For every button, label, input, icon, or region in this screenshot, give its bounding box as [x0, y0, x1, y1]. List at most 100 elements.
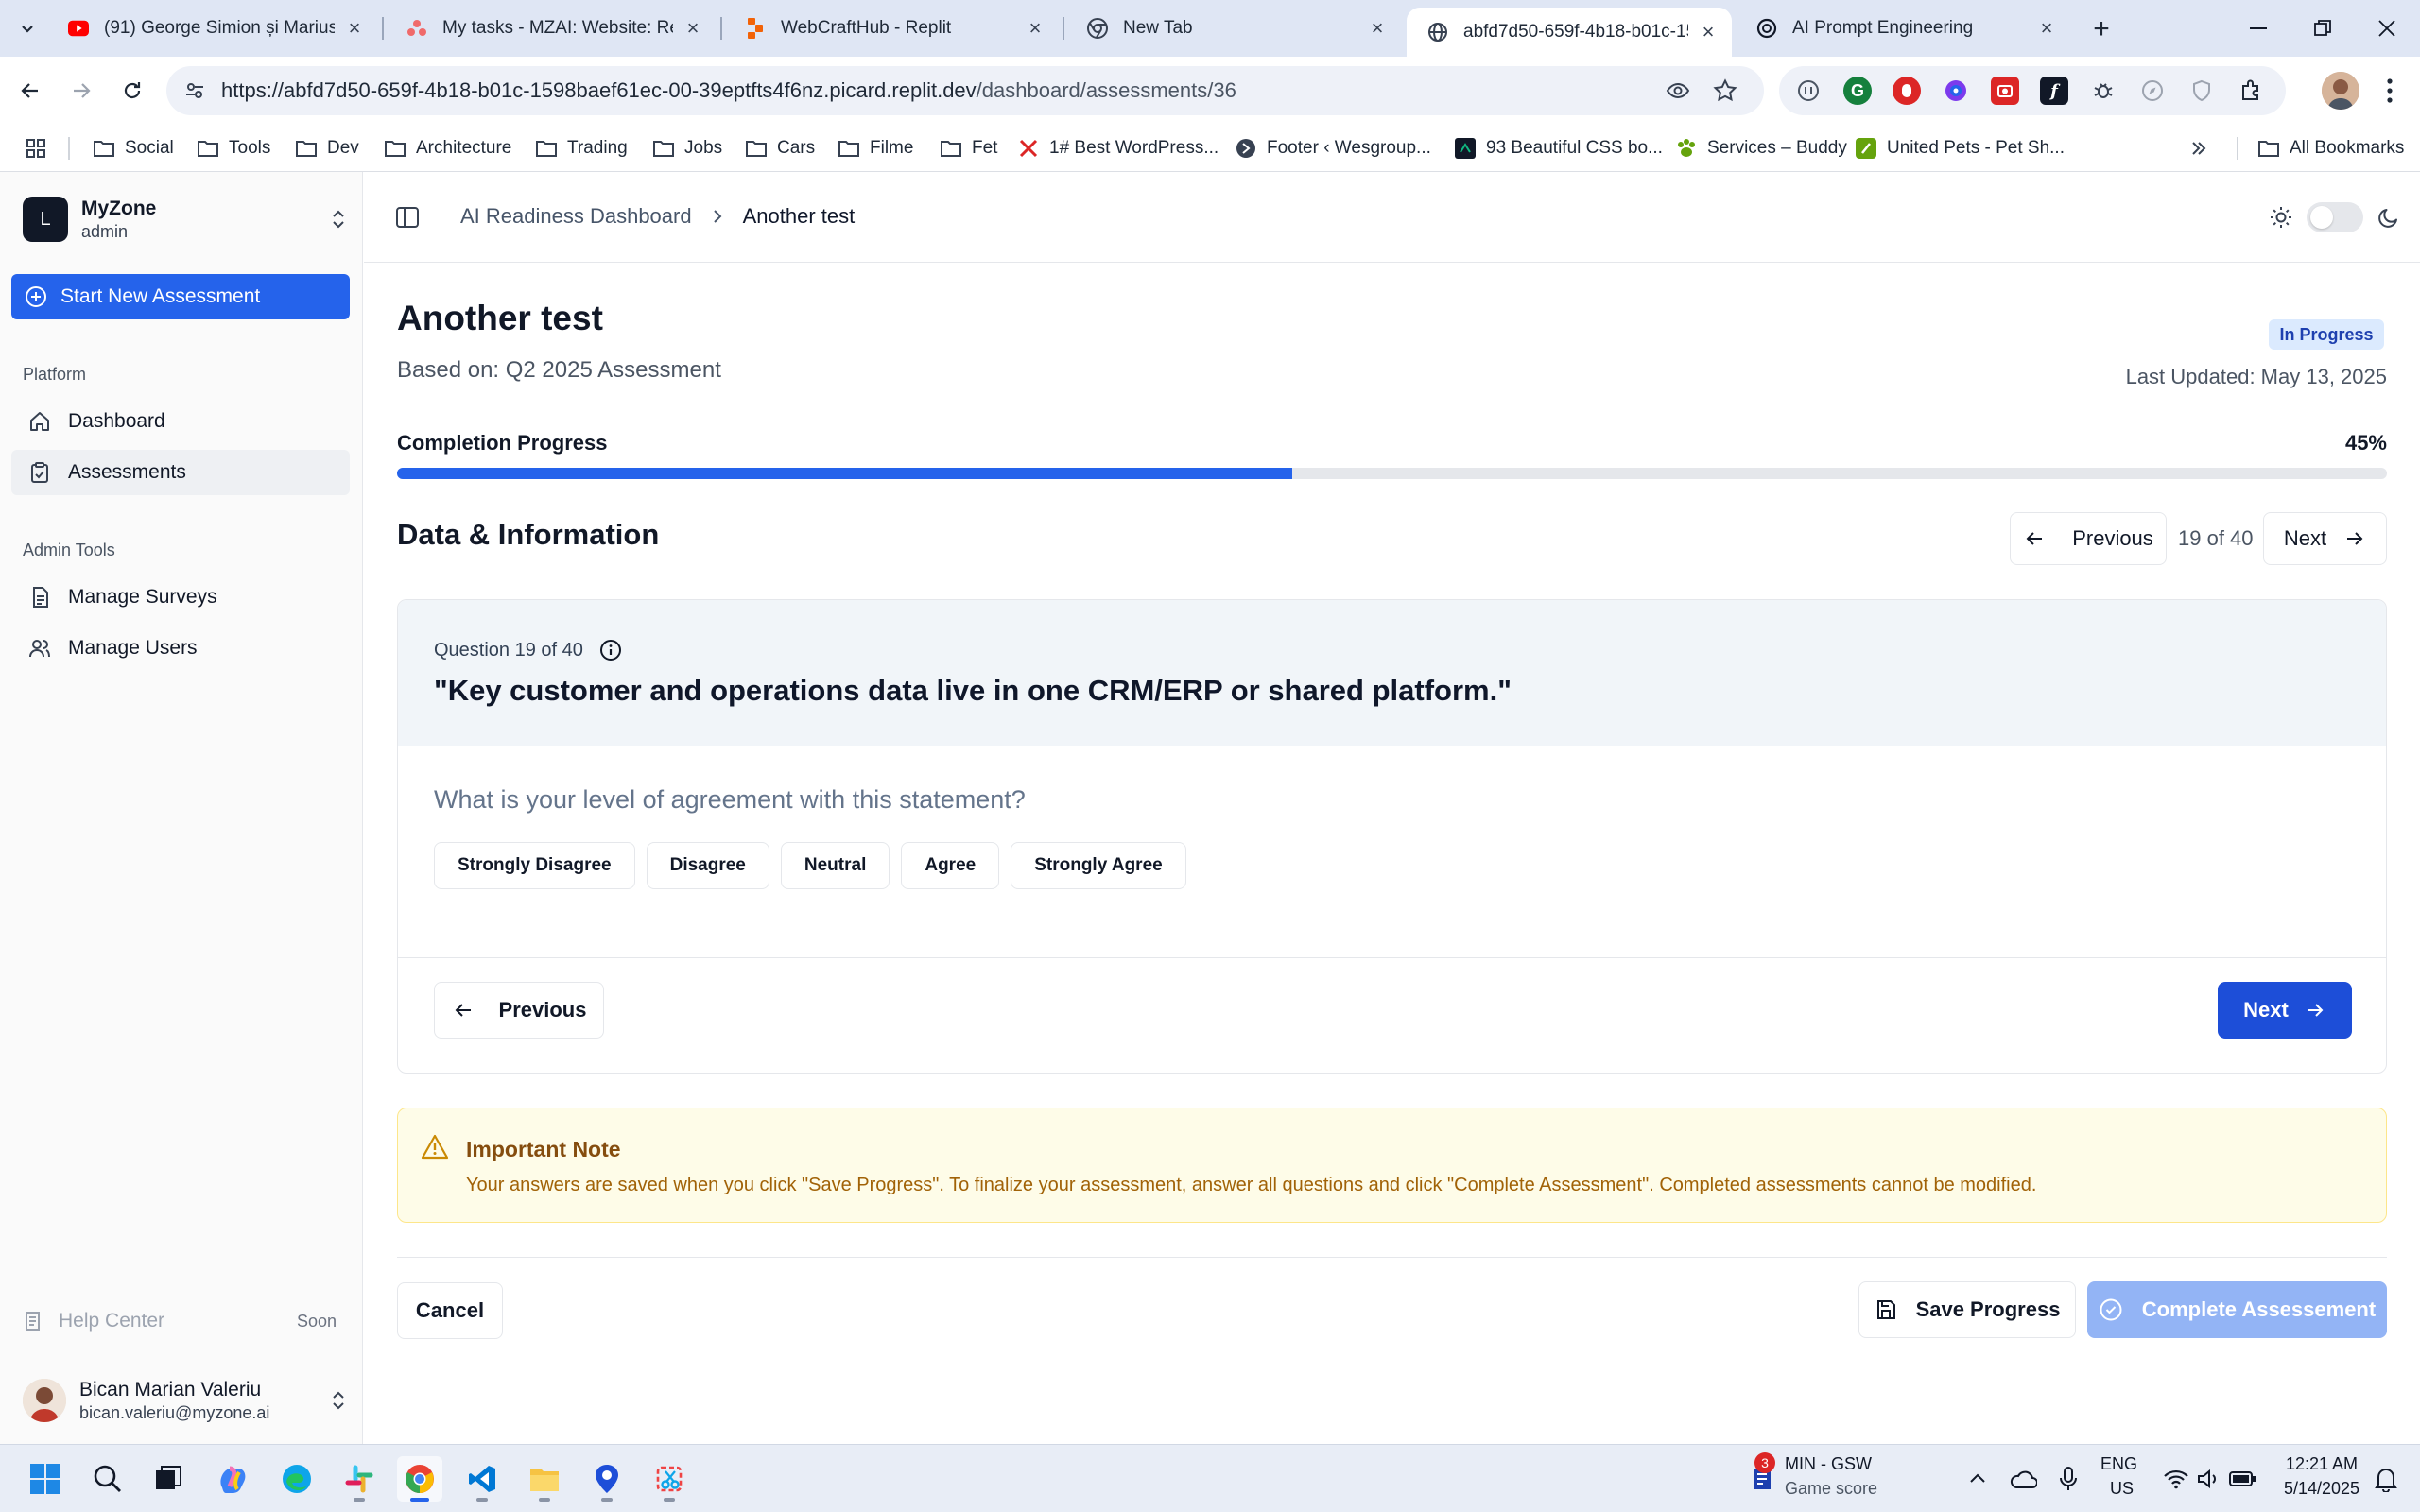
answer-option-neutral[interactable]: Neutral	[780, 842, 890, 889]
question-previous-button[interactable]: Previous	[434, 982, 604, 1039]
back-arrow-icon[interactable]	[11, 72, 49, 110]
sidebar-item-dashboard[interactable]: Dashboard	[11, 399, 350, 444]
bookmark-folder[interactable]: Trading	[535, 132, 628, 164]
windows-start-icon[interactable]	[23, 1456, 68, 1502]
complete-assessment-button[interactable]: Complete Assessement	[2087, 1281, 2387, 1338]
bookmark-link[interactable]: Footer ‹ Wesgroup...	[1235, 132, 1431, 164]
all-bookmarks-button[interactable]: All Bookmarks	[2257, 132, 2404, 164]
forward-arrow-icon[interactable]	[62, 72, 100, 110]
close-tab-icon[interactable]: ×	[681, 16, 705, 41]
show-hidden-icons-chevron-icon[interactable]	[1955, 1456, 2000, 1502]
browser-tab[interactable]: WebCraftHub - Replit ×	[724, 8, 1059, 49]
more-bookmarks-icon[interactable]	[2189, 132, 2208, 164]
tab-search-chevron-icon[interactable]	[11, 13, 43, 43]
slack-icon[interactable]	[337, 1456, 382, 1502]
question-next-button[interactable]: Next	[2218, 982, 2352, 1039]
file-explorer-icon[interactable]	[522, 1456, 567, 1502]
close-tab-icon[interactable]: ×	[1696, 20, 1720, 44]
edge-icon[interactable]	[274, 1456, 320, 1502]
bookmark-folder[interactable]: Filme	[838, 132, 913, 164]
bookmark-link[interactable]: Services – Buddy	[1675, 132, 1847, 164]
info-icon[interactable]	[598, 638, 623, 662]
reload-icon[interactable]	[113, 72, 151, 110]
running-indicator	[476, 1498, 488, 1502]
snipping-tool-icon[interactable]	[647, 1456, 692, 1502]
font-extension-icon[interactable]: f	[2040, 77, 2068, 105]
new-tab-icon[interactable]: +	[2085, 13, 2118, 45]
answer-option-agree[interactable]: Agree	[901, 842, 1000, 889]
chrome-taskbar-icon[interactable]	[397, 1456, 442, 1502]
breadcrumb-root-link[interactable]: AI Readiness Dashboard	[460, 204, 692, 229]
task-view-icon[interactable]	[146, 1456, 191, 1502]
notifications-bell-icon[interactable]	[2363, 1456, 2409, 1502]
bookmark-folder[interactable]: Jobs	[652, 132, 722, 164]
close-tab-icon[interactable]: ×	[1365, 16, 1390, 41]
sidebar-item-label: Manage Surveys	[68, 586, 217, 608]
save-progress-button[interactable]: Save Progress	[1858, 1281, 2076, 1338]
screenshot-extension-icon[interactable]	[1991, 77, 2019, 105]
bookmark-folder[interactable]: Architecture	[384, 132, 511, 164]
battery-icon[interactable]	[2220, 1456, 2265, 1502]
restore-icon[interactable]	[2290, 0, 2356, 57]
clock-time[interactable]: 12:21 AM	[2269, 1454, 2375, 1474]
language-code[interactable]: ENG	[2100, 1454, 2137, 1474]
grammarly-icon[interactable]: G	[1843, 77, 1872, 105]
apps-grid-icon[interactable]	[25, 132, 47, 164]
search-icon[interactable]	[85, 1456, 130, 1502]
sidebar-item-manage-surveys[interactable]: Manage Surveys	[11, 575, 350, 620]
minimize-icon[interactable]	[2225, 0, 2291, 57]
browser-tab[interactable]: New Tab ×	[1066, 8, 1401, 49]
bookmark-folder[interactable]: Fet	[940, 132, 997, 164]
maps-pin-icon[interactable]	[584, 1456, 630, 1502]
copilot-icon[interactable]	[210, 1456, 255, 1502]
theme-switch[interactable]	[2307, 202, 2363, 232]
sidebar-item-manage-users[interactable]: Manage Users	[11, 626, 350, 671]
colorful-extension-icon[interactable]	[1942, 77, 1970, 105]
bookmark-folder[interactable]: Dev	[295, 132, 359, 164]
sidebar-toggle-icon[interactable]	[394, 204, 421, 231]
browser-tab-active[interactable]: abfd7d50-659f-4b18-b01c-159 ×	[1407, 8, 1732, 57]
workspace-switcher[interactable]: L MyZone admin	[23, 193, 350, 246]
folder-icon	[93, 137, 115, 160]
close-window-icon[interactable]	[2354, 0, 2420, 57]
bookmark-link[interactable]: 93 Beautiful CSS bo...	[1454, 132, 1663, 164]
onedrive-cloud-icon[interactable]	[2000, 1456, 2046, 1502]
extension-icon[interactable]	[1794, 77, 1823, 105]
bookmark-folder[interactable]: Cars	[745, 132, 815, 164]
bookmark-link[interactable]: United Pets - Pet Sh...	[1855, 132, 2065, 164]
profile-avatar[interactable]	[2322, 72, 2360, 110]
cancel-button[interactable]: Cancel	[397, 1282, 503, 1339]
shield-extension-icon[interactable]	[2187, 77, 2216, 105]
answer-option-strongly-agree[interactable]: Strongly Agree	[1011, 842, 1186, 889]
compass-extension-icon[interactable]	[2138, 77, 2167, 105]
answer-option-strongly-disagree[interactable]: Strongly Disagree	[434, 842, 635, 889]
adblock-icon[interactable]	[1893, 77, 1921, 105]
bookmark-folder[interactable]: Tools	[197, 132, 270, 164]
puzzle-extensions-icon[interactable]	[2237, 77, 2265, 105]
bookmark-star-icon[interactable]	[1711, 77, 1739, 105]
home-icon	[30, 412, 49, 431]
close-tab-icon[interactable]: ×	[1023, 16, 1047, 41]
user-menu[interactable]: Bican Marian Valeriu bican.valeriu@myzon…	[23, 1372, 350, 1429]
bookmarks-divider	[2237, 137, 2238, 160]
close-tab-icon[interactable]: ×	[2034, 16, 2059, 41]
section-next-button[interactable]: Next	[2263, 512, 2387, 565]
browser-tab[interactable]: AI Prompt Engineering ×	[1736, 8, 2070, 49]
bug-extension-icon[interactable]	[2089, 77, 2118, 105]
start-new-assessment-button[interactable]: Start New Assessment	[11, 274, 350, 319]
sidebar-item-assessments[interactable]: Assessments	[11, 450, 350, 495]
browser-tab[interactable]: (91) George Simion și Marius D ×	[47, 8, 378, 49]
folder-icon	[652, 137, 675, 160]
close-tab-icon[interactable]: ×	[342, 16, 367, 41]
address-bar[interactable]: https://abfd7d50-659f-4b18-b01c-1598baef…	[166, 66, 1764, 115]
microphone-icon[interactable]	[2046, 1456, 2091, 1502]
answer-option-disagree[interactable]: Disagree	[646, 842, 769, 889]
section-previous-button[interactable]: Previous	[2010, 512, 2167, 565]
bookmark-link[interactable]: 1# Best WordPress...	[1017, 132, 1219, 164]
site-info-icon[interactable]	[180, 76, 210, 106]
vscode-icon[interactable]	[459, 1456, 505, 1502]
bookmark-folder[interactable]: Social	[93, 132, 174, 164]
browser-menu-icon[interactable]	[2371, 72, 2409, 110]
eye-icon[interactable]	[1664, 77, 1692, 105]
browser-tab[interactable]: My tasks - MZAI: Website: Repl ×	[386, 8, 717, 49]
